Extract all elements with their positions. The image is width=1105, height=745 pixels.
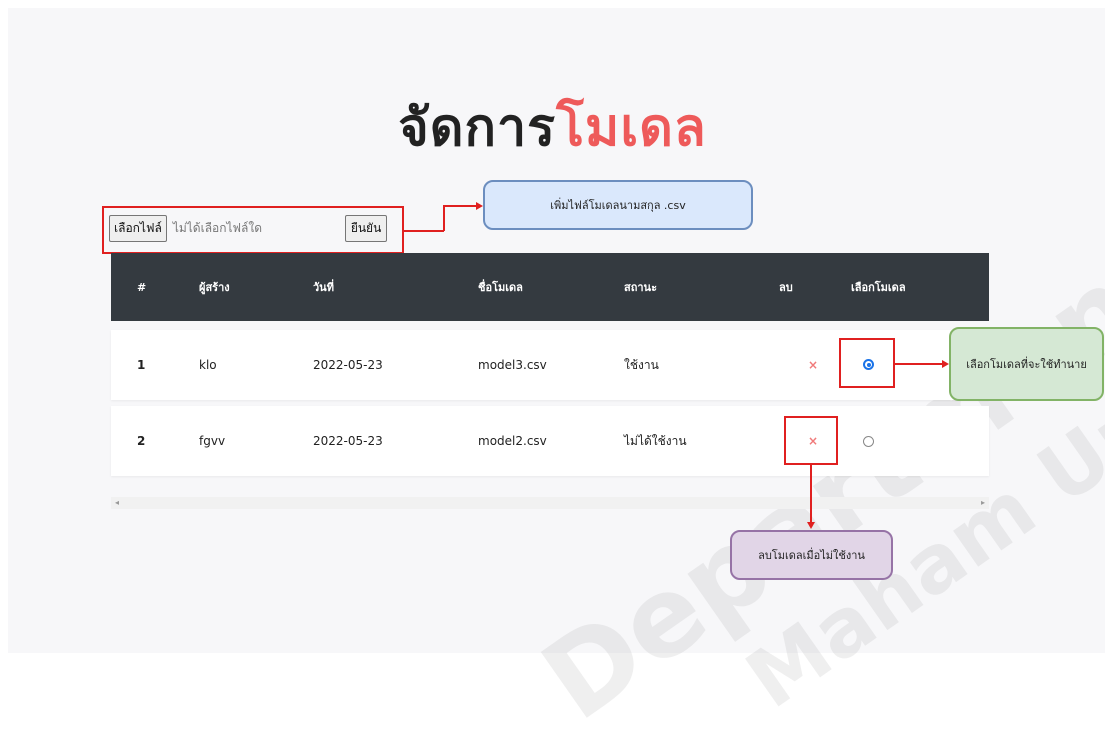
row-creator: klo — [199, 358, 217, 372]
scroll-right-icon[interactable]: ▸ — [981, 498, 985, 507]
page-title: จัดการโมเดล — [0, 85, 1105, 168]
select-note: เลือกโมเดลที่จะใช้ทำนาย — [949, 327, 1104, 401]
upload-connector — [404, 230, 444, 232]
select-arrowhead — [942, 360, 949, 368]
delete-connector — [810, 465, 812, 523]
models-table: # ผู้สร้าง วันที่ ชื่อโมเดล สถานะ ลบ เลื… — [111, 253, 989, 476]
header-creator: ผู้สร้าง — [199, 281, 230, 294]
row-model-name: model3.csv — [478, 358, 547, 372]
delete-note: ลบโมเดลเมื่อไม่ใช้งาน — [730, 530, 893, 580]
upload-note: เพิ่มไฟล์โมเดลนามสกุล .csv — [483, 180, 753, 230]
delete-arrowhead — [807, 522, 815, 529]
select-model-radio[interactable] — [863, 436, 874, 447]
table-header: # ผู้สร้าง วันที่ ชื่อโมเดล สถานะ ลบ เลื… — [111, 253, 989, 321]
row-model-name: model2.csv — [478, 434, 547, 448]
row-num: 1 — [137, 358, 146, 372]
row-date: 2022-05-23 — [313, 434, 383, 448]
page-title-accent: โมเดล — [556, 98, 707, 158]
delete-icon[interactable]: × — [808, 330, 818, 400]
scroll-left-icon[interactable]: ◂ — [115, 498, 119, 507]
upload-highlight-box — [102, 206, 404, 254]
select-highlight-box — [839, 338, 895, 388]
upload-arrowhead — [476, 202, 483, 210]
row-num: 2 — [137, 434, 146, 448]
header-select-model: เลือกโมเดล — [851, 281, 906, 294]
header-num: # — [137, 280, 147, 294]
page-title-main: จัดการ — [398, 98, 557, 158]
header-status: สถานะ — [624, 281, 657, 294]
header-model-name: ชื่อโมเดล — [478, 281, 523, 294]
row-status: ใช้งาน — [624, 357, 659, 372]
row-status: ไม่ได้ใช้งาน — [624, 433, 687, 448]
header-date: วันที่ — [313, 281, 334, 294]
row-date: 2022-05-23 — [313, 358, 383, 372]
upload-connector-v — [443, 205, 445, 231]
upload-connector-h2 — [443, 205, 477, 207]
row-creator: fgvv — [199, 434, 226, 448]
header-delete: ลบ — [779, 281, 793, 294]
horizontal-scrollbar[interactable]: ◂ ▸ — [111, 497, 989, 509]
table-row: 2 fgvv 2022-05-23 model2.csv ไม่ได้ใช้งา… — [111, 406, 989, 476]
select-connector — [895, 363, 943, 365]
delete-highlight-box — [784, 416, 838, 465]
